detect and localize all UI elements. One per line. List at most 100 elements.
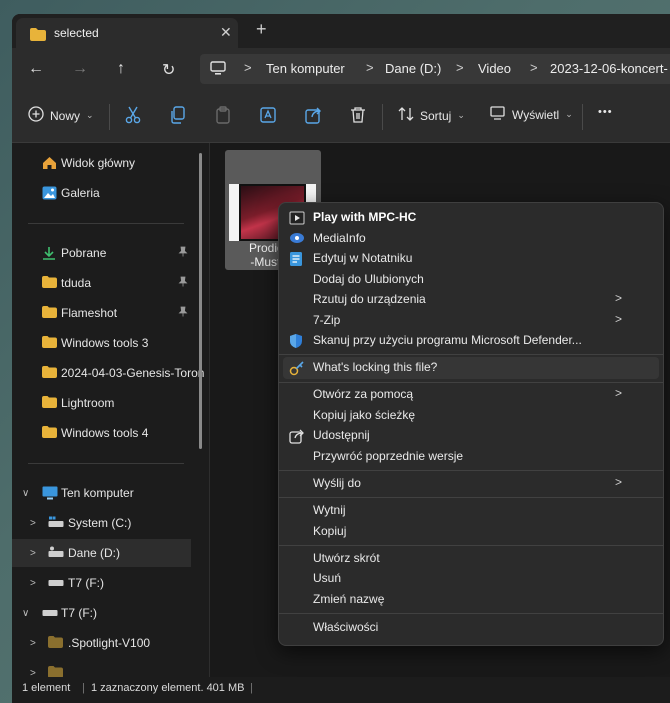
menu-item-wlasciwosci[interactable]: Właściwości — [283, 617, 659, 638]
menu-item-play-mpc-hc[interactable]: Play with MPC-HC — [283, 207, 659, 228]
share-icon[interactable] — [305, 106, 323, 127]
menu-item-rzutuj[interactable]: Rzutuj do urządzenia > — [283, 289, 659, 310]
sidebar-item-widok-glowny[interactable]: Widok główny — [12, 149, 192, 177]
menu-item-label: Wyślij do — [313, 476, 361, 490]
toolbar-divider — [582, 104, 583, 130]
folder-icon — [42, 426, 57, 441]
menu-separator — [279, 354, 663, 355]
sidebar-item-label: Dane (D:) — [68, 546, 121, 560]
close-tab-icon[interactable]: ✕ — [220, 24, 232, 41]
folder-icon — [30, 28, 46, 44]
breadcrumb-ten-komputer[interactable]: Ten komputer — [266, 61, 345, 76]
folder-icon — [48, 636, 63, 651]
folder-icon — [42, 336, 57, 351]
tree-item-t7-f[interactable]: > T7 (F:) — [12, 569, 192, 597]
breadcrumb-separator: > — [530, 60, 538, 75]
sidebar-item-label: T7 (F:) — [61, 606, 97, 620]
menu-item-kopiuj-sciezke[interactable]: Kopiuj jako ścieżkę — [283, 405, 659, 426]
pin-icon[interactable] — [178, 246, 188, 260]
tree-item-system-c[interactable]: > System (C:) — [12, 509, 192, 537]
chevron-down-icon[interactable]: ∨ — [22, 608, 29, 619]
new-button-label: Nowy — [50, 108, 81, 123]
menu-item-label: Usuń — [313, 571, 342, 585]
menu-item-mediainfo[interactable]: MediaInfo — [283, 228, 659, 249]
sidebar-item-label: 2024-04-03-Genesis-Toron — [61, 366, 205, 380]
sidebar-item-flameshot[interactable]: Flameshot — [12, 299, 192, 327]
sidebar-item-label: Widok główny — [61, 156, 136, 170]
menu-item-defender[interactable]: Skanuj przy użyciu programu Microsoft De… — [283, 330, 659, 351]
sidebar-item-windows-tools-3[interactable]: Windows tools 3 — [12, 329, 192, 357]
sidebar-scrollbar[interactable] — [199, 153, 202, 449]
sidebar-item-galeria[interactable]: Galeria — [12, 179, 192, 207]
breadcrumb-separator: > — [456, 60, 464, 75]
up-button[interactable]: ↑ — [117, 60, 125, 78]
cut-icon[interactable] — [125, 106, 141, 127]
sidebar-item-pobrane[interactable]: Pobrane — [12, 239, 192, 267]
chevron-right-icon[interactable]: > — [30, 668, 36, 677]
menu-item-label: Edytuj w Notatniku — [313, 251, 413, 265]
menu-item-wytnij[interactable]: Wytnij — [283, 500, 659, 521]
copy-icon[interactable] — [170, 106, 186, 127]
pin-icon[interactable] — [178, 276, 188, 290]
sidebar-item-windows-tools-4[interactable]: Windows tools 4 — [12, 419, 192, 447]
menu-item-kopiuj[interactable]: Kopiuj — [283, 521, 659, 542]
item-count: 1 element — [22, 682, 71, 694]
sidebar-item-label: T7 (F:) — [68, 576, 104, 590]
delete-icon[interactable] — [350, 106, 366, 127]
menu-separator — [279, 470, 663, 471]
back-button[interactable]: ← — [28, 60, 44, 78]
sidebar-item-label: Pobrane — [61, 246, 107, 260]
new-tab-button[interactable]: + — [256, 19, 267, 40]
menu-item-label: Otwórz za pomocą — [313, 387, 414, 401]
tree-item-spotlight[interactable]: > .Spotlight-V100 — [12, 629, 192, 657]
pin-icon[interactable] — [178, 306, 188, 320]
paste-icon[interactable] — [215, 106, 231, 127]
menu-item-usun[interactable]: Usuń — [283, 568, 659, 589]
menu-item-otworz-za-pomoca[interactable]: Otwórz za pomocą > — [283, 384, 659, 405]
chevron-down-icon[interactable]: ∨ — [22, 488, 29, 499]
gallery-icon — [42, 186, 57, 203]
menu-item-whats-locking[interactable]: What's locking this file? — [283, 357, 659, 379]
notepad-icon — [289, 251, 303, 270]
view-button[interactable]: Wyświetl ⌄ — [490, 106, 573, 123]
folder-icon — [42, 396, 57, 411]
chevron-right-icon: > — [615, 291, 623, 305]
breadcrumb-separator: > — [244, 60, 252, 75]
chevron-right-icon[interactable]: > — [30, 638, 36, 649]
menu-item-wyslij-do[interactable]: Wyślij do > — [283, 473, 659, 494]
sort-label: Sortuj — [420, 108, 452, 123]
menu-item-edytuj-notatnik[interactable]: Edytuj w Notatniku — [283, 248, 659, 269]
breadcrumb-koncert[interactable]: 2023-12-06-koncert- — [550, 61, 668, 76]
tree-item-ten-komputer[interactable]: ∨ Ten komputer — [12, 479, 192, 507]
address-bar[interactable]: > Ten komputer > Dane (D:) > Video > 202… — [200, 54, 670, 84]
chevron-right-icon[interactable]: > — [30, 578, 36, 589]
chevron-down-icon: ⌄ — [86, 110, 94, 120]
tab-selected[interactable]: selected ✕ — [16, 18, 238, 48]
tree-item-dane-d[interactable]: > Dane (D:) — [12, 539, 191, 567]
breadcrumb-video[interactable]: Video — [478, 61, 511, 76]
chevron-right-icon[interactable]: > — [30, 548, 36, 559]
menu-item-7zip[interactable]: 7-Zip > — [283, 310, 659, 331]
more-options-button[interactable]: ••• — [598, 106, 613, 118]
sort-button[interactable]: Sortuj ⌄ — [398, 106, 465, 125]
sidebar-item-genesis-toron[interactable]: 2024-04-03-Genesis-Toron — [12, 359, 204, 387]
rename-icon[interactable] — [260, 106, 278, 127]
menu-item-label: Play with MPC-HC — [313, 210, 417, 224]
sidebar-item-tduda[interactable]: tduda — [12, 269, 192, 297]
menu-item-przywroc-wersje[interactable]: Przywróć poprzednie wersje — [283, 446, 659, 467]
tree-item-t7-f-root[interactable]: ∨ T7 (F:) — [12, 599, 192, 627]
menu-item-udostepnij[interactable]: Udostępnij — [283, 425, 659, 446]
refresh-button[interactable]: ↻ — [162, 60, 175, 80]
sidebar-item-lightroom[interactable]: Lightroom — [12, 389, 192, 417]
new-button[interactable]: Nowy ⌄ — [28, 106, 94, 125]
menu-separator — [279, 497, 663, 498]
menu-item-utworz-skrot[interactable]: Utwórz skrót — [283, 548, 659, 569]
menu-item-label: Zmień nazwę — [313, 592, 385, 606]
breadcrumb-dane[interactable]: Dane (D:) — [385, 61, 441, 76]
forward-button[interactable]: → — [72, 60, 88, 78]
tree-item-partial[interactable]: > — [12, 659, 192, 677]
menu-item-zmien-nazwe[interactable]: Zmień nazwę — [283, 589, 659, 610]
menu-item-label: Wytnij — [313, 503, 346, 517]
menu-item-dodaj-ulubionych[interactable]: Dodaj do Ulubionych — [283, 269, 659, 290]
chevron-right-icon[interactable]: > — [30, 518, 36, 529]
